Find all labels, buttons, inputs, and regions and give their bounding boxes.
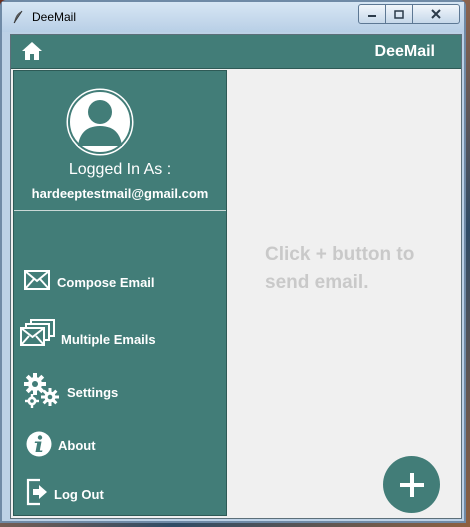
multiple-envelopes-icon [20, 319, 55, 346]
window-title: DeeMail [32, 10, 77, 24]
user-email: hardeeptestmail@gmail.com [31, 186, 209, 201]
close-icon [431, 9, 441, 19]
minimize-icon [368, 15, 376, 17]
sidebar-item-label: Compose Email [57, 275, 155, 290]
title-bar[interactable]: DeeMail [2, 2, 464, 32]
app-header: DeeMail [11, 35, 461, 69]
sidebar-item-log-out[interactable]: Log Out [14, 476, 226, 512]
profile-section: Logged In As : hardeeptestmail@gmail.com [14, 71, 226, 211]
sidebar-item-about[interactable]: About [14, 428, 226, 464]
sidebar-item-label: Settings [67, 385, 119, 400]
sidebar-item-multiple-emails[interactable]: Multiple Emails [14, 318, 226, 354]
maximize-icon [394, 9, 404, 19]
sidebar: Logged In As : hardeeptestmail@gmail.com… [13, 70, 227, 516]
info-icon [26, 431, 52, 457]
home-icon[interactable] [21, 40, 43, 62]
sidebar-item-settings[interactable]: Settings [14, 373, 226, 409]
plus-icon [399, 472, 424, 497]
sidebar-item-label: About [58, 438, 96, 453]
client-area: DeeMail Logged In As : hardeeptestmail@g… [10, 34, 462, 519]
sidebar-item-label: Multiple Emails [61, 332, 156, 347]
add-email-button[interactable] [383, 456, 440, 513]
gears-icon [24, 373, 59, 408]
feather-icon [13, 10, 23, 24]
sidebar-item-compose-email[interactable]: Compose Email [14, 264, 226, 300]
maximize-button[interactable] [386, 4, 413, 24]
logout-icon [26, 478, 47, 506]
app-window: DeeMail DeeMail Logged In As: hardeepte… [0, 0, 466, 523]
avatar-icon [66, 88, 134, 156]
envelope-icon [24, 270, 50, 290]
sidebar-item-label: Log Out [54, 487, 104, 502]
logged-in-label: Logged In As : [68, 161, 172, 178]
main-content: Click + button to send email. [227, 70, 461, 518]
close-button[interactable] [413, 4, 460, 24]
app-title: DeeMail [374, 43, 435, 60]
minimize-button[interactable] [358, 4, 386, 24]
empty-state-message: Click + button to send email. [265, 244, 415, 293]
